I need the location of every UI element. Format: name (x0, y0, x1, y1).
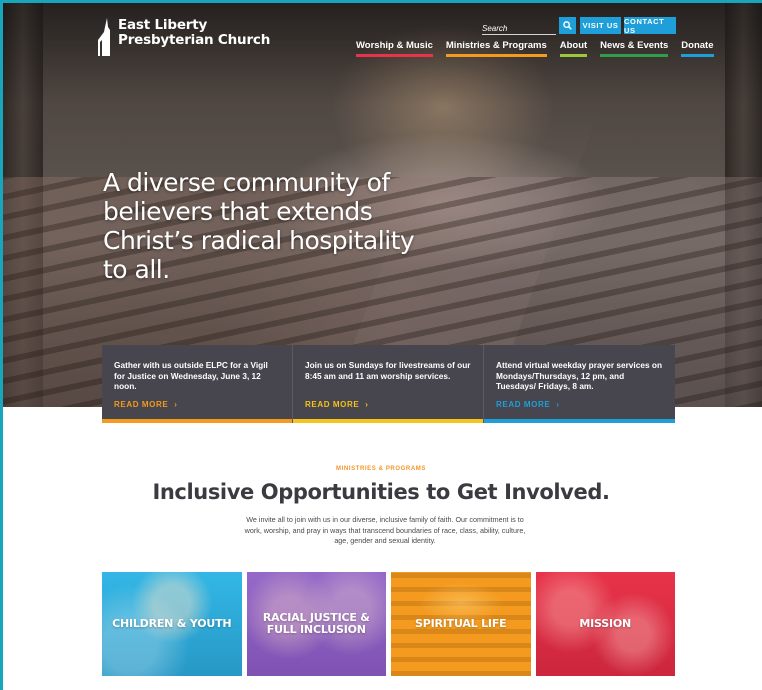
read-more-label: READ MORE (305, 400, 360, 409)
section-title: Inclusive Opportunities to Get Involved. (152, 480, 610, 504)
section-eyebrow: MINISTRIES & PROGRAMS (336, 466, 426, 472)
tile-label: RACIAL JUSTICE & FULL INCLUSION (262, 611, 370, 636)
nav-ministries-programs[interactable]: Ministries & Programs (445, 40, 547, 57)
site-logo[interactable]: East Liberty Presbyterian Church (98, 18, 270, 56)
card-accent-bar (293, 419, 483, 423)
nav-label: Donate (681, 40, 714, 51)
read-more-link[interactable]: READ MORE › (496, 400, 560, 409)
nav-label: Ministries & Programs (445, 40, 547, 51)
main-nav: Worship & Music Ministries & Programs Ab… (356, 40, 714, 57)
announcement-card[interactable]: Gather with us outside ELPC for a Vigil … (102, 345, 293, 423)
chevron-right-icon: › (365, 400, 369, 409)
card-accent-bar (484, 419, 675, 423)
logo-line2: Presbyterian Church (118, 32, 271, 48)
nav-news-events[interactable]: News & Events (600, 40, 669, 57)
tile-label: SPIRITUAL LIFE (415, 617, 507, 630)
search-icon (563, 21, 572, 30)
announcement-card[interactable]: Attend virtual weekday prayer services o… (484, 345, 675, 423)
nav-donate[interactable]: Donate (681, 40, 714, 57)
read-more-label: READ MORE (496, 400, 551, 409)
nav-color-bar (559, 54, 588, 57)
announcement-cards: Gather with us outside ELPC for a Vigil … (102, 345, 675, 423)
nav-color-bar (356, 54, 433, 57)
read-more-link[interactable]: READ MORE › (114, 400, 178, 409)
chevron-right-icon: › (556, 400, 560, 409)
read-more-link[interactable]: READ MORE › (305, 400, 369, 409)
nav-color-bar (445, 54, 547, 57)
steeple-icon (98, 18, 110, 56)
card-text: Join us on Sundays for livestreams of ou… (305, 360, 471, 381)
nav-color-bar (600, 54, 669, 57)
nav-label: News & Events (600, 40, 669, 51)
search-button[interactable] (559, 17, 576, 34)
tile-racial-justice[interactable]: RACIAL JUSTICE & FULL INCLUSION (246, 572, 386, 676)
nav-label: About (559, 40, 588, 51)
card-text: Gather with us outside ELPC for a Vigil … (114, 360, 268, 391)
search-input[interactable] (482, 20, 556, 37)
nav-label: Worship & Music (356, 40, 433, 51)
card-text: Attend virtual weekday prayer services o… (496, 360, 663, 391)
nav-worship-music[interactable]: Worship & Music (356, 40, 433, 57)
tile-children-youth[interactable]: CHILDREN & YOUTH (102, 572, 242, 676)
visit-us-button[interactable]: VISIT US (580, 17, 621, 34)
search-field (482, 18, 556, 37)
ministry-tiles: CHILDREN & YOUTH RACIAL JUSTICE & FULL I… (102, 572, 675, 676)
contact-us-button[interactable]: CONTACT US (624, 17, 676, 35)
logo-line1: East Liberty (118, 17, 208, 33)
logo-text: East Liberty Presbyterian Church (118, 18, 270, 48)
nav-color-bar (681, 54, 714, 57)
card-accent-bar (102, 419, 292, 423)
tile-spiritual-life[interactable]: SPIRITUAL LIFE (391, 572, 531, 676)
section-intro: We invite all to join with us in our div… (244, 515, 526, 545)
tile-mission[interactable]: MISSION (535, 572, 675, 676)
read-more-label: READ MORE (114, 400, 169, 409)
announcement-card[interactable]: Join us on Sundays for livestreams of ou… (293, 345, 484, 423)
tile-label: CHILDREN & YOUTH (112, 617, 232, 630)
nav-about[interactable]: About (559, 40, 588, 57)
chevron-right-icon: › (174, 400, 178, 409)
hero-headline: A diverse community of believers that ex… (103, 168, 415, 284)
tile-label: MISSION (579, 617, 632, 630)
